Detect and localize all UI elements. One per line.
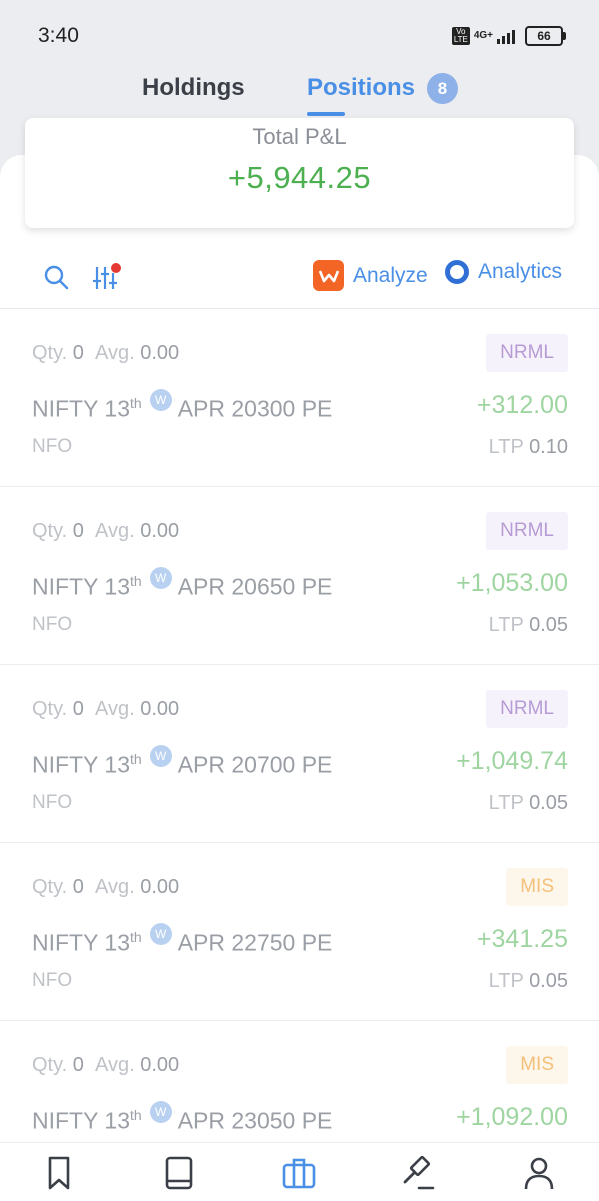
- position-symbol: NIFTY 13th W APR 20650 PE: [32, 567, 332, 601]
- volte-icon: Vo LTE: [451, 27, 470, 45]
- position-symbol: NIFTY 13th W APR 22750 PE: [32, 923, 332, 957]
- analyze-label: Analyze: [353, 263, 428, 287]
- product-badge: MIS: [506, 1046, 568, 1084]
- position-qty-avg: Qty. 0 Avg. 0.00: [32, 876, 180, 898]
- analytics-label: Analytics: [478, 260, 563, 283]
- tab-bar: Holdings Positions 8: [0, 64, 599, 118]
- position-qty-avg: Qty. 0 Avg. 0.00: [32, 1054, 180, 1076]
- position-row[interactable]: Qty. 0 Avg. 0.00 NRML NIFTY 13th W APR 207…: [0, 665, 599, 843]
- position-qty-avg: Qty. 0 Avg. 0.00: [32, 342, 180, 364]
- total-pnl-value: +5,944.25: [227, 160, 372, 195]
- total-pnl-label: Total P&L: [252, 124, 347, 149]
- active-tab-indicator: [307, 112, 345, 116]
- product-badge: NRML: [486, 334, 568, 372]
- signal-icon: [497, 28, 515, 44]
- position-pnl: +341.25: [476, 925, 568, 953]
- status-bar: 3:40 Vo LTE 4G+ 66: [0, 0, 599, 70]
- weekly-expiry-badge: W: [149, 923, 172, 945]
- position-row[interactable]: Qty. 0 Avg. 0.00 NRML NIFTY 13th W APR 203…: [0, 309, 599, 487]
- bookmark-icon[interactable]: [42, 1155, 76, 1191]
- position-ltp: LTP 0.05: [488, 792, 568, 814]
- product-badge: NRML: [486, 690, 568, 728]
- position-pnl: +1,092.00: [456, 1103, 568, 1131]
- position-row[interactable]: Qty. 0 Avg. 0.00 MIS NIFTY 13th W APR 2275…: [0, 843, 599, 1021]
- weekly-expiry-badge: W: [149, 1101, 172, 1123]
- position-ltp: LTP 0.10: [488, 436, 568, 458]
- position-exchange: NFO: [32, 792, 73, 813]
- filter-sliders-icon[interactable]: [91, 261, 123, 293]
- product-badge: MIS: [506, 868, 568, 906]
- user-icon[interactable]: [522, 1155, 556, 1191]
- weekly-expiry-badge: W: [149, 745, 172, 767]
- battery-icon: 66: [525, 26, 566, 46]
- position-ltp: LTP 0.05: [488, 614, 568, 636]
- battery-level: 66: [537, 29, 551, 43]
- position-exchange: NFO: [32, 614, 73, 635]
- positions-list: Qty. 0 Avg. 0.00 NRML NIFTY 13th W APR 203…: [0, 309, 599, 1199]
- position-ltp: LTP 0.05: [488, 970, 568, 992]
- total-pnl-card: Total P&L +5,944.25: [25, 118, 574, 228]
- positions-toolbar: Analyze Analytics: [0, 250, 599, 309]
- gavel-icon[interactable]: [401, 1155, 435, 1191]
- briefcase-icon[interactable]: [282, 1155, 316, 1191]
- position-pnl: +1,053.00: [456, 569, 568, 597]
- tab-holdings[interactable]: Holdings: [142, 74, 245, 102]
- search-icon[interactable]: [42, 263, 70, 291]
- position-exchange: NFO: [32, 436, 73, 457]
- position-symbol: NIFTY 13th W APR 23050 PE: [32, 1101, 332, 1135]
- status-time: 3:40: [38, 24, 79, 47]
- analytics-button[interactable]: Analytics: [445, 260, 562, 284]
- product-badge: NRML: [486, 512, 568, 550]
- position-pnl: +312.00: [476, 391, 568, 419]
- book-icon[interactable]: [162, 1155, 196, 1191]
- positions-count-badge: 8: [427, 73, 458, 104]
- status-icons: Vo LTE 4G+ 66: [451, 26, 566, 46]
- analyze-button[interactable]: Analyze: [313, 260, 428, 291]
- position-exchange: NFO: [32, 970, 73, 991]
- bottom-nav: [0, 1142, 599, 1201]
- position-row[interactable]: Qty. 0 Avg. 0.00 NRML NIFTY 13th W APR 206…: [0, 487, 599, 665]
- position-qty-avg: Qty. 0 Avg. 0.00: [32, 698, 180, 720]
- position-pnl: +1,049.74: [456, 747, 568, 775]
- position-symbol: NIFTY 13th W APR 20700 PE: [32, 745, 332, 779]
- analyze-logo-icon: [313, 260, 344, 291]
- tab-positions[interactable]: Positions: [307, 74, 415, 102]
- weekly-expiry-badge: W: [149, 567, 172, 589]
- network-type: 4G+: [473, 30, 493, 41]
- weekly-expiry-badge: W: [149, 389, 172, 411]
- position-symbol: NIFTY 13th W APR 20300 PE: [32, 389, 332, 423]
- position-qty-avg: Qty. 0 Avg. 0.00: [32, 520, 180, 542]
- analytics-logo-icon: [445, 260, 469, 284]
